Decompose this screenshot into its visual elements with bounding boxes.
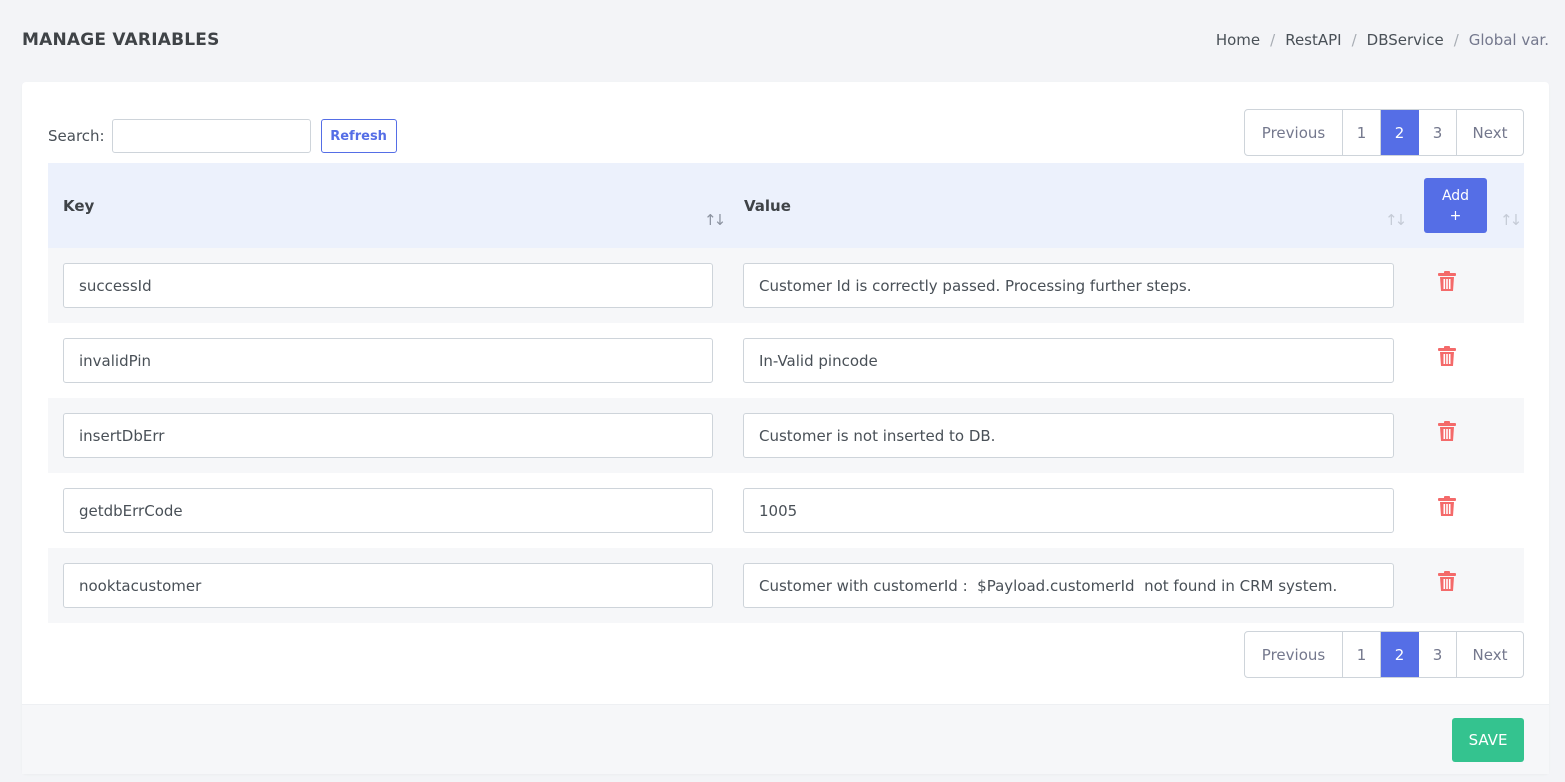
trash-icon [1438, 420, 1456, 441]
breadcrumb-separator: / [1270, 31, 1276, 49]
breadcrumb: Home / RestAPI / DBService / Global var. [1216, 31, 1549, 49]
delete-row-button[interactable] [1436, 568, 1458, 594]
page-1-button[interactable]: 1 [1343, 110, 1381, 155]
next-page-button[interactable]: Next [1457, 110, 1523, 155]
add-variable-button[interactable]: Add + [1424, 178, 1487, 233]
page-1-button[interactable]: 1 [1343, 632, 1381, 677]
column-header-key[interactable]: Key [63, 163, 723, 248]
key-input[interactable] [63, 563, 713, 608]
table-body [48, 248, 1524, 623]
delete-row-button[interactable] [1436, 418, 1458, 444]
page-title: MANAGE VARIABLES [22, 30, 220, 50]
column-header-value-label: Value [744, 196, 791, 215]
search-toolbar: Search: Refresh [48, 119, 397, 153]
breadcrumb-separator: / [1453, 31, 1459, 49]
page-3-button[interactable]: 3 [1419, 110, 1457, 155]
key-input[interactable] [63, 263, 713, 308]
save-button[interactable]: SAVE [1452, 718, 1524, 762]
variables-table: Key ↑↓ Value ↑↓ Add + ↑↓ [48, 163, 1524, 623]
value-input[interactable] [743, 338, 1394, 383]
sort-arrows-icon[interactable]: ↑↓ [704, 211, 726, 229]
previous-page-button[interactable]: Previous [1245, 110, 1343, 155]
delete-row-button[interactable] [1436, 343, 1458, 369]
card-footer: SAVE [22, 704, 1549, 774]
breadcrumb-separator: / [1351, 31, 1357, 49]
trash-icon [1438, 345, 1456, 366]
key-input[interactable] [63, 413, 713, 458]
key-input[interactable] [63, 338, 713, 383]
column-header-value[interactable]: Value [744, 163, 1398, 248]
value-input[interactable] [743, 488, 1394, 533]
search-input[interactable] [111, 119, 311, 153]
delete-row-button[interactable] [1436, 268, 1458, 294]
pagination-bottom: Previous 1 2 3 Next [1244, 631, 1524, 678]
key-input[interactable] [63, 488, 713, 533]
value-input[interactable] [743, 563, 1394, 608]
trash-icon [1438, 570, 1456, 591]
page-3-button[interactable]: 3 [1419, 632, 1457, 677]
table-row [48, 473, 1524, 548]
refresh-button[interactable]: Refresh [320, 119, 397, 153]
breadcrumb-dbservice[interactable]: DBService [1367, 31, 1444, 49]
breadcrumb-global-var: Global var. [1468, 31, 1549, 49]
sort-arrows-icon[interactable]: ↑↓ [1500, 211, 1522, 229]
page-2-button[interactable]: 2 [1381, 632, 1419, 677]
breadcrumb-home[interactable]: Home [1216, 31, 1260, 49]
table-row [48, 398, 1524, 473]
table-header: Key ↑↓ Value ↑↓ Add + ↑↓ [48, 163, 1524, 248]
variables-card: Search: Refresh Previous 1 2 3 Next Key … [22, 82, 1549, 774]
table-row [48, 323, 1524, 398]
search-label: Search: [48, 127, 105, 145]
table-row [48, 548, 1524, 623]
sort-arrows-icon[interactable]: ↑↓ [1385, 211, 1407, 229]
previous-page-button[interactable]: Previous [1245, 632, 1343, 677]
trash-icon [1438, 495, 1456, 516]
page-header: MANAGE VARIABLES Home / RestAPI / DBServ… [0, 0, 1565, 82]
page-2-button[interactable]: 2 [1381, 110, 1419, 155]
trash-icon [1438, 270, 1456, 291]
next-page-button[interactable]: Next [1457, 632, 1523, 677]
table-row [48, 248, 1524, 323]
breadcrumb-restapi[interactable]: RestAPI [1285, 31, 1341, 49]
value-input[interactable] [743, 263, 1394, 308]
pagination-top: Previous 1 2 3 Next [1244, 109, 1524, 156]
delete-row-button[interactable] [1436, 493, 1458, 519]
column-header-key-label: Key [63, 196, 95, 215]
value-input[interactable] [743, 413, 1394, 458]
